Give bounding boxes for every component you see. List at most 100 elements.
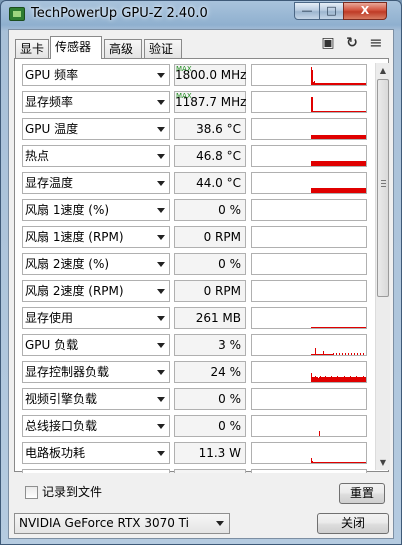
graph-sample bbox=[351, 111, 352, 112]
sensor-name-dropdown[interactable]: 视频引擎负载 bbox=[22, 388, 170, 410]
graph-sample bbox=[337, 161, 338, 166]
graph-sample bbox=[318, 462, 319, 463]
log-to-file-checkbox[interactable] bbox=[25, 486, 38, 499]
sensor-value: 38.6 °C bbox=[174, 118, 246, 140]
sensor-name-dropdown[interactable]: 电路板功耗 bbox=[22, 442, 170, 464]
graph-sample bbox=[342, 111, 343, 112]
graph-sample bbox=[345, 353, 346, 355]
sensor-name-dropdown[interactable]: 显存频率 bbox=[22, 91, 170, 113]
log-to-file-label: 记录到文件 bbox=[42, 485, 103, 499]
sensor-name-dropdown[interactable]: 风扇 1速度 (%) bbox=[22, 199, 170, 221]
sensor-row: 风扇 1速度 (%) 0 % bbox=[18, 198, 370, 222]
sensor-name-dropdown[interactable]: GPU 芯片功耗 bbox=[22, 469, 170, 473]
reset-button[interactable]: 重置 bbox=[339, 483, 385, 504]
tab-sensors[interactable]: 传感器 bbox=[50, 36, 102, 59]
graph-sample bbox=[319, 135, 320, 139]
graph-sample bbox=[358, 161, 359, 166]
graph-sample bbox=[346, 462, 347, 463]
sensor-name-dropdown[interactable]: GPU 负载 bbox=[22, 334, 170, 356]
graph-sample bbox=[333, 353, 334, 355]
title-bar[interactable]: TechPowerUp GPU-Z 2.40.0 — □ X bbox=[1, 1, 401, 27]
graph-sample bbox=[342, 353, 343, 355]
graph-sample bbox=[346, 161, 347, 166]
sensor-row: 风扇 2速度 (%) 0 % bbox=[18, 252, 370, 276]
graph-sample bbox=[336, 327, 337, 328]
hamburger-menu-icon[interactable]: ≡ bbox=[367, 35, 385, 51]
camera-icon[interactable]: ▣ bbox=[319, 35, 337, 51]
graph-sample bbox=[323, 462, 324, 463]
gpu-selector[interactable]: NVIDIA GeForce RTX 3070 Ti bbox=[14, 513, 230, 534]
sensor-name-dropdown[interactable]: GPU 温度 bbox=[22, 118, 170, 140]
graph-sample bbox=[328, 111, 329, 112]
graph-sample bbox=[311, 354, 312, 355]
graph-sample bbox=[359, 462, 360, 463]
graph-sample bbox=[357, 188, 358, 193]
graph-sample bbox=[363, 376, 364, 382]
graph-sample bbox=[352, 135, 353, 139]
graph-sample bbox=[317, 354, 318, 355]
sensor-name-dropdown[interactable]: 风扇 2速度 (RPM) bbox=[22, 280, 170, 302]
graph-sample bbox=[344, 188, 345, 193]
graph-sample bbox=[357, 83, 358, 85]
graph-sample bbox=[320, 83, 321, 85]
graph-sample bbox=[339, 327, 340, 328]
vertical-scrollbar[interactable]: ▲ ▼ bbox=[375, 63, 390, 470]
tab-advanced[interactable]: 高级 bbox=[104, 39, 142, 58]
graph-sample bbox=[320, 354, 321, 355]
graph-sample bbox=[311, 458, 312, 463]
graph-sample bbox=[318, 161, 319, 166]
graph-sample bbox=[349, 111, 350, 112]
tab-validation[interactable]: 验证 bbox=[144, 39, 182, 58]
refresh-icon[interactable]: ↻ bbox=[343, 35, 361, 51]
sensor-value-text: 0 % bbox=[218, 203, 241, 217]
graph-sample bbox=[326, 354, 327, 355]
sensor-name-label: GPU 频率 bbox=[25, 68, 79, 82]
sensor-value-text: 0 RPM bbox=[203, 284, 241, 298]
sensor-name-label: 热点 bbox=[25, 149, 50, 163]
graph-sample bbox=[326, 377, 327, 382]
graph-sample bbox=[313, 327, 314, 328]
chevron-down-icon bbox=[157, 235, 165, 240]
sensor-value-text: 38.6 °C bbox=[196, 122, 241, 136]
gpuz-window: TechPowerUp GPU-Z 2.40.0 — □ X 显卡 传感器 高级… bbox=[0, 0, 402, 545]
close-window-button[interactable]: X bbox=[343, 2, 387, 20]
graph-sample bbox=[343, 188, 344, 193]
graph-sample bbox=[329, 377, 330, 382]
graph-sample bbox=[363, 353, 364, 355]
scroll-up-arrow-icon[interactable]: ▲ bbox=[376, 63, 390, 78]
scroll-thumb[interactable] bbox=[377, 79, 389, 297]
sensor-name-dropdown[interactable]: 风扇 2速度 (%) bbox=[22, 253, 170, 275]
graph-sample bbox=[356, 135, 357, 139]
graph-sample bbox=[358, 111, 359, 112]
graph-sample bbox=[348, 188, 349, 193]
sensor-name-dropdown[interactable]: 显存温度 bbox=[22, 172, 170, 194]
minimize-button[interactable]: — bbox=[294, 2, 320, 20]
maximize-button[interactable]: □ bbox=[319, 2, 344, 20]
sensor-name-dropdown[interactable]: 显存使用 bbox=[22, 307, 170, 329]
graph-sample bbox=[342, 327, 343, 328]
sensor-name-dropdown[interactable]: GPU 频率 bbox=[22, 64, 170, 86]
gpuz-app-icon[interactable] bbox=[9, 7, 25, 21]
graph-sample bbox=[321, 327, 322, 328]
tab-graphics-card[interactable]: 显卡 bbox=[15, 39, 49, 58]
graph-sample bbox=[362, 111, 363, 112]
graph-sample bbox=[347, 83, 348, 85]
chevron-down-icon bbox=[157, 451, 165, 456]
graph-sample bbox=[321, 83, 322, 85]
graph-sample bbox=[327, 161, 328, 166]
graph-sample bbox=[351, 462, 352, 463]
sensor-name-dropdown[interactable]: 风扇 1速度 (RPM) bbox=[22, 226, 170, 248]
graph-sample bbox=[356, 161, 357, 166]
graph-sample bbox=[344, 161, 345, 166]
sensor-name-dropdown[interactable]: 热点 bbox=[22, 145, 170, 167]
sensor-graph bbox=[251, 145, 367, 167]
scroll-down-arrow-icon[interactable]: ▼ bbox=[376, 455, 390, 470]
graph-sample bbox=[317, 135, 318, 139]
graph-sample bbox=[351, 161, 352, 166]
graph-sample bbox=[321, 135, 322, 139]
graph-sample bbox=[363, 161, 364, 166]
graph-sample bbox=[336, 161, 337, 166]
sensor-name-dropdown[interactable]: 显存控制器负载 bbox=[22, 361, 170, 383]
sensor-name-dropdown[interactable]: 总线接口负载 bbox=[22, 415, 170, 437]
close-button[interactable]: 关闭 bbox=[317, 513, 389, 534]
